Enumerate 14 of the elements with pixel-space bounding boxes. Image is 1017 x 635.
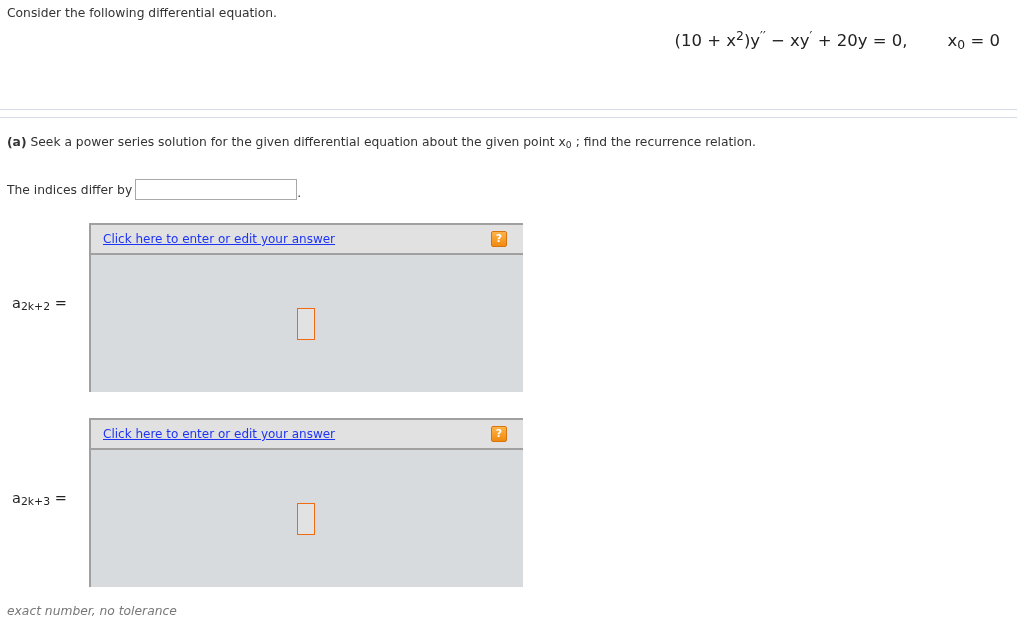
period-text: . <box>297 186 302 200</box>
tolerance-note: exact number, no tolerance <box>7 604 178 618</box>
intro-text: Consider the following differential equation. <box>7 6 278 20</box>
edit-answer-link[interactable]: Click here to enter or edit your answer <box>103 427 336 441</box>
answer-box[interactable] <box>297 502 315 535</box>
answer-field[interactable] <box>135 179 298 200</box>
equation-text: (10 + x$^{2}$)y$^{′′}$ − xy$^{′}$ + 20y = 0, <box>674 30 908 52</box>
answer-box[interactable] <box>297 307 315 340</box>
coefficient-label: a$_{2k+3}$ = <box>12 488 68 507</box>
coefficient-label: a$_{2k+2}$ = <box>12 293 68 312</box>
initial-point-text: x$_{0}$ = 0 <box>947 30 1000 52</box>
question-text: (a) Seek a power series solution for the given differential equation about the given point x$_{0}$ ; find the recurrence relation. <box>7 135 757 149</box>
edit-answer-link[interactable]: Click here to enter or edit your answer <box>103 232 336 246</box>
indices-label: The indices differ by <box>7 182 133 197</box>
